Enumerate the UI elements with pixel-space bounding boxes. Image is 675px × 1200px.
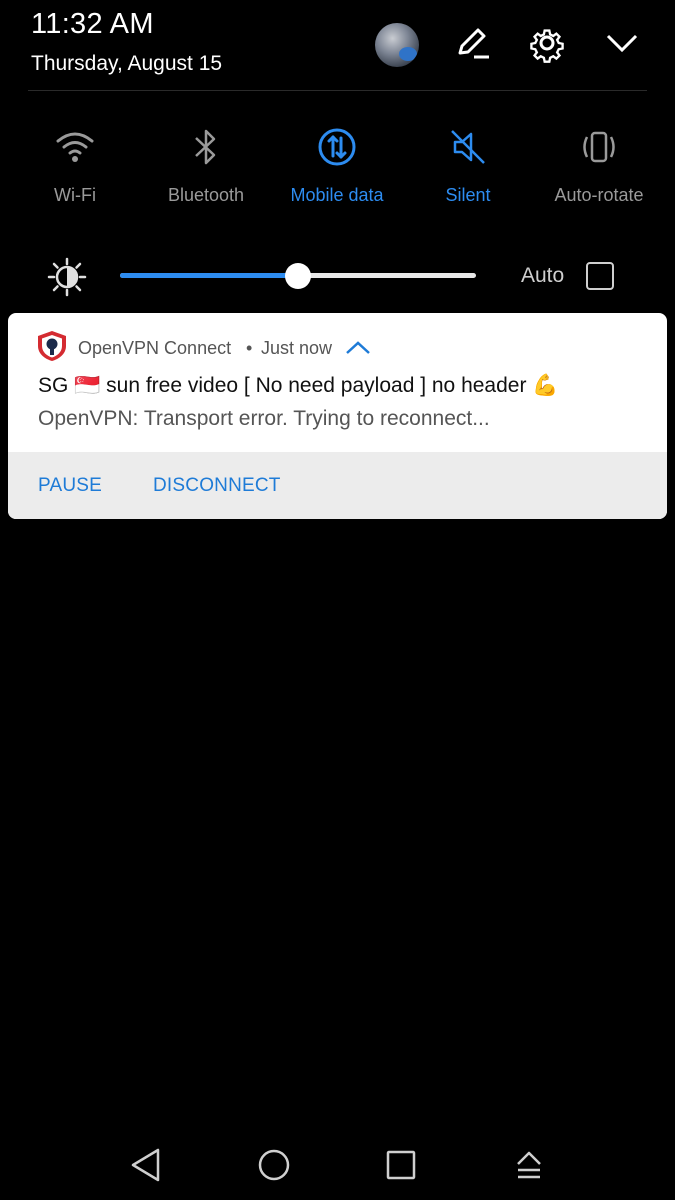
recents-button[interactable] <box>379 1145 423 1189</box>
toggle-silent[interactable]: Silent <box>403 122 533 222</box>
avatar-detail <box>399 47 417 61</box>
chevron-up-icon <box>345 341 371 362</box>
toggle-bluetooth[interactable]: Bluetooth <box>141 122 271 222</box>
notification-title: SG 🇸🇬 sun free video [ No need payload ]… <box>38 374 559 397</box>
silent-icon <box>448 127 488 167</box>
header-divider <box>28 90 647 91</box>
auto-brightness-checkbox[interactable] <box>586 262 614 290</box>
notification-manage-button[interactable] <box>507 1145 551 1189</box>
notification-time: Just now <box>261 338 333 358</box>
notification-shade-header: 11:32 AM Thursday, August 15 <box>0 0 675 92</box>
clock: 11:32 AM <box>31 8 154 40</box>
notification-manage-icon <box>512 1148 546 1187</box>
collapse-notification-button[interactable] <box>345 338 371 358</box>
brightness-icon <box>46 256 88 298</box>
toggle-label: Mobile data <box>290 185 384 205</box>
notification-app-name: OpenVPN Connect <box>78 338 232 358</box>
date[interactable]: Thursday, August 15 <box>31 52 222 76</box>
slider-thumb[interactable] <box>285 263 311 289</box>
back-icon <box>129 1147 163 1188</box>
bluetooth-icon <box>186 127 226 167</box>
toggle-label: Wi-Fi <box>54 185 96 205</box>
openvpn-icon <box>36 330 68 362</box>
auto-brightness-label: Auto <box>521 264 565 287</box>
mobile-data-icon <box>317 127 357 167</box>
brightness-slider[interactable] <box>120 262 476 290</box>
recents-icon <box>384 1148 418 1187</box>
notification-text: OpenVPN: Transport error. Trying to reco… <box>38 407 490 430</box>
avatar[interactable] <box>375 23 419 67</box>
toggle-mobile-data[interactable]: Mobile data <box>272 122 402 222</box>
home-icon <box>256 1147 292 1188</box>
pause-button[interactable]: PAUSE <box>38 475 102 497</box>
openvpn-notification[interactable]: OpenVPN Connect • Just now SG 🇸🇬 sun fre… <box>8 313 667 519</box>
home-button[interactable] <box>252 1145 296 1189</box>
toggle-label: Bluetooth <box>167 185 245 205</box>
disconnect-button[interactable]: DISCONNECT <box>153 475 281 497</box>
chevron-down-icon <box>602 23 642 68</box>
toggle-label: Auto-rotate <box>554 185 644 205</box>
collapse-button[interactable] <box>602 25 642 65</box>
back-button[interactable] <box>124 1145 168 1189</box>
edit-icon <box>452 23 492 68</box>
edit-button[interactable] <box>452 25 492 65</box>
auto-rotate-icon <box>579 127 619 167</box>
notification-separator: • <box>246 338 253 358</box>
toggle-wifi[interactable]: Wi-Fi <box>10 122 140 222</box>
slider-fill <box>120 273 298 278</box>
toggle-auto-rotate[interactable]: Auto-rotate <box>534 122 664 222</box>
wifi-icon <box>55 127 95 167</box>
settings-icon <box>527 23 567 68</box>
toggle-label: Silent <box>445 185 491 205</box>
settings-button[interactable] <box>527 25 567 65</box>
notification-actions: PAUSE DISCONNECT <box>8 452 667 519</box>
